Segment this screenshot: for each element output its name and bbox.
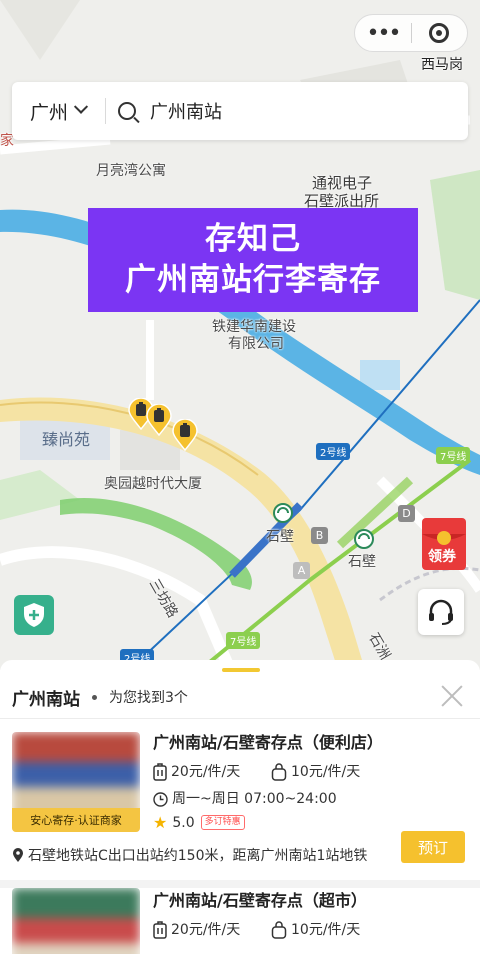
target-icon — [429, 23, 450, 43]
location-pin-icon — [13, 847, 23, 862]
sheet-header: 广州南站 为您找到3个 — [12, 682, 468, 712]
miniprogram-capsule: ••• — [354, 14, 468, 52]
sheet-drag-handle[interactable] — [222, 668, 260, 672]
certified-tag: 安心寄存·认证商家 — [12, 808, 140, 832]
city-selector[interactable]: 广州 — [12, 98, 105, 125]
city-label: 广州 — [30, 101, 69, 124]
headset-icon — [429, 599, 453, 625]
luggage-icon — [153, 763, 167, 781]
clock-icon — [153, 791, 168, 807]
bag-icon — [271, 921, 287, 939]
location-label: 西马岗 — [421, 57, 463, 73]
storage-pin-icon[interactable] — [146, 404, 172, 436]
discount-badge: 多订特惠 — [200, 815, 245, 830]
safety-button[interactable] — [14, 595, 54, 635]
luggage-icon — [153, 921, 167, 939]
storage-card[interactable]: 安心寄存·认证商家 广州南站/石壁寄存点（便利店） 20元/件/天 10元/件/… — [12, 732, 468, 872]
store-photo: 安心寄存·认证商家 — [12, 732, 140, 832]
book-button[interactable]: 预订 — [401, 831, 465, 863]
opening-hours: 周一~周日 07:00~24:00 — [172, 791, 337, 807]
close-icon[interactable] — [440, 684, 464, 708]
customer-service-button[interactable] — [418, 589, 464, 635]
map-label-zhenshangyuan: 臻尚苑 — [42, 430, 91, 449]
rating-value: 5.0 — [172, 814, 195, 831]
promo-banner: 存知己 广州南站行李寄存 — [88, 208, 418, 312]
star-icon: ★ — [153, 813, 168, 832]
sheet-title: 广州南站 — [12, 689, 80, 710]
promo-headline: 广州南站行李寄存 — [125, 262, 381, 298]
metro-line-7-tag: 7号线 — [226, 632, 261, 649]
metro-line-7-tag: 7号线 — [436, 447, 471, 464]
price-luggage: 20元/件/天 — [171, 922, 241, 938]
price-bag: 10元/件/天 — [291, 764, 361, 780]
map-view[interactable]: 月亮湾公寓 通视电子 石壁派出所 铁建华南建设 有限公司 臻尚苑 奥园越时代大厦… — [0, 0, 480, 670]
bag-icon — [271, 763, 287, 781]
store-address: 石壁地铁站C出口出站约150米，距离广州南站1站地铁 — [28, 848, 368, 864]
search-icon — [118, 102, 136, 120]
metro-station-icon — [273, 503, 293, 523]
map-label-shibi-1: 石壁 — [266, 529, 294, 545]
coupon-label: 领券 — [428, 549, 456, 565]
exit-b-marker: B — [311, 527, 328, 544]
store-name: 广州南站/石壁寄存点（便利店） — [153, 733, 383, 752]
map-label-shibi-2: 石壁 — [348, 554, 376, 570]
coupon-redpacket-button[interactable]: 领券 — [420, 516, 468, 572]
price-luggage: 20元/件/天 — [171, 764, 241, 780]
close-miniprogram-button[interactable] — [412, 14, 467, 52]
chevron-down-icon — [73, 99, 89, 114]
store-photo — [12, 888, 140, 954]
map-label-moonbay: 月亮湾公寓 — [96, 163, 166, 179]
shield-plus-icon — [24, 603, 44, 627]
map-label-aoyuan: 奥园越时代大厦 — [104, 476, 202, 492]
exit-a-marker: A — [293, 562, 310, 579]
exit-d-marker: D — [398, 505, 415, 522]
store-name: 广州南站/石壁寄存点（超市） — [153, 891, 367, 910]
search-bar: 广州 广州南站 — [12, 82, 468, 140]
map-label-tiejian-2: 有限公司 — [228, 336, 284, 352]
result-count: 为您找到3个 — [109, 690, 188, 706]
metro-station-icon — [354, 529, 374, 549]
storage-pin-icon[interactable] — [172, 419, 198, 451]
metro-line-2-tag: 2号线 — [316, 443, 351, 460]
more-menu-button[interactable]: ••• — [355, 14, 411, 52]
search-input[interactable]: 广州南站 — [150, 98, 222, 124]
promo-brand: 存知己 — [205, 221, 301, 257]
price-bag: 10元/件/天 — [291, 922, 361, 938]
storage-card[interactable]: 广州南站/石壁寄存点（超市） 20元/件/天 10元/件/天 — [12, 888, 468, 954]
